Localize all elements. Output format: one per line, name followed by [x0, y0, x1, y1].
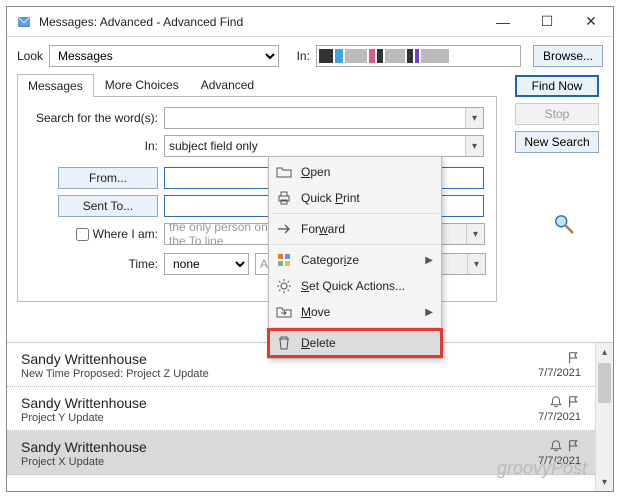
flag-icon[interactable] — [567, 439, 581, 453]
menu-move[interactable]: Move ▶ — [269, 299, 441, 325]
where-i-am-checkbox[interactable]: Where I am: — [28, 227, 158, 241]
move-icon — [275, 303, 293, 321]
menu-separator — [271, 327, 439, 328]
search-words-label: Search for the word(s): — [28, 111, 158, 125]
scrollbar[interactable]: ▴ ▾ — [595, 343, 613, 491]
results-list: Sandy Writtenhouse New Time Proposed: Pr… — [7, 342, 613, 491]
delete-icon — [275, 334, 293, 352]
time-select[interactable]: none — [164, 253, 249, 275]
scroll-down[interactable]: ▾ — [596, 473, 613, 491]
new-search-button[interactable]: New Search — [515, 131, 599, 153]
menu-set-quick-actions[interactable]: Set Quick Actions... — [269, 273, 441, 299]
window-title: Messages: Advanced - Advanced Find — [39, 15, 481, 29]
search-in-label: In: — [28, 139, 158, 153]
from-button[interactable]: From... — [58, 167, 158, 189]
tab-more-choices[interactable]: More Choices — [94, 73, 190, 96]
magnifier-icon — [553, 213, 575, 238]
scroll-thumb[interactable] — [598, 363, 611, 403]
sent-to-button[interactable]: Sent To... — [58, 195, 158, 217]
time-label: Time: — [28, 257, 158, 271]
result-subject: New Time Proposed: Project Z Update — [21, 368, 538, 380]
bell-icon[interactable] — [549, 439, 563, 453]
search-words-input[interactable]: ▾ — [164, 107, 484, 129]
maximize-button[interactable]: ☐ — [525, 7, 569, 37]
result-date: 7/7/2021 — [538, 455, 581, 467]
tabstrip: Messages More Choices Advanced — [17, 73, 497, 97]
look-select[interactable]: Messages — [49, 45, 279, 67]
flag-icon[interactable] — [567, 351, 581, 365]
menu-label: pen — [310, 165, 330, 179]
categorize-icon — [275, 251, 293, 269]
look-row: Look Messages In: Browse... — [7, 37, 613, 71]
menu-separator — [271, 244, 439, 245]
menu-label: Quick — [301, 191, 335, 205]
menu-forward[interactable]: Forward — [269, 216, 441, 242]
gear-icon — [275, 277, 293, 295]
open-icon — [275, 163, 293, 181]
result-sender: Sandy Writtenhouse — [21, 395, 538, 411]
look-label: Look — [17, 49, 43, 63]
submenu-arrow-icon: ▶ — [425, 255, 433, 266]
app-icon — [17, 15, 31, 29]
in-folder-field[interactable] — [316, 45, 521, 67]
context-menu: Open Quick Print Forward Categorize ▶ Se… — [268, 156, 442, 359]
tab-messages[interactable]: Messages — [17, 74, 94, 97]
advanced-find-window: Messages: Advanced - Advanced Find — ☐ ✕… — [6, 6, 614, 492]
stop-button: Stop — [515, 103, 599, 125]
result-row[interactable]: Sandy Writtenhouse Project Y Update 7/7/… — [7, 387, 595, 431]
result-date: 7/7/2021 — [538, 367, 581, 379]
menu-delete[interactable]: Delete — [269, 330, 441, 356]
bell-icon[interactable] — [549, 395, 563, 409]
result-row[interactable]: Sandy Writtenhouse Project X Update 7/7/… — [7, 431, 595, 475]
scroll-up[interactable]: ▴ — [596, 343, 613, 361]
flag-icon[interactable] — [567, 395, 581, 409]
titlebar: Messages: Advanced - Advanced Find — ☐ ✕ — [7, 7, 613, 37]
result-subject: Project Y Update — [21, 412, 538, 424]
menu-open[interactable]: Open — [269, 159, 441, 185]
print-icon — [275, 189, 293, 207]
close-button[interactable]: ✕ — [569, 7, 613, 37]
result-date: 7/7/2021 — [538, 411, 581, 423]
in-label: In: — [297, 49, 310, 63]
result-sender: Sandy Writtenhouse — [21, 439, 538, 455]
browse-button[interactable]: Browse... — [533, 45, 603, 67]
submenu-arrow-icon: ▶ — [425, 307, 433, 318]
menu-categorize[interactable]: Categorize ▶ — [269, 247, 441, 273]
result-subject: Project X Update — [21, 456, 538, 468]
search-in-select[interactable]: subject field only ▾ — [164, 135, 484, 157]
find-now-button[interactable]: Find Now — [515, 75, 599, 97]
menu-quick-print[interactable]: Quick Print — [269, 185, 441, 211]
side-buttons: Find Now Stop New Search — [515, 75, 599, 153]
forward-icon — [275, 220, 293, 238]
minimize-button[interactable]: — — [481, 7, 525, 37]
tab-advanced[interactable]: Advanced — [190, 73, 265, 96]
menu-separator — [271, 213, 439, 214]
